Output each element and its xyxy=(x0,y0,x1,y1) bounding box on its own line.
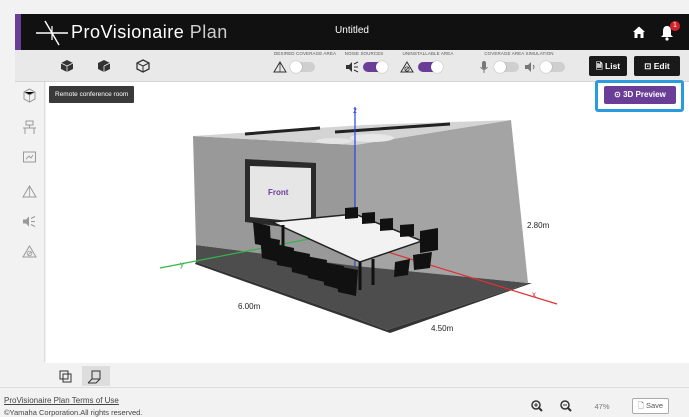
zoom-out-icon[interactable] xyxy=(556,396,576,416)
room-3d-view[interactable]: z y x Front 6.00m 4.50m 2.80m xyxy=(46,82,689,363)
uninstallable-toggle[interactable] xyxy=(418,61,443,73)
noise-sources-toggle[interactable] xyxy=(363,61,388,73)
screen-front-label: Front xyxy=(268,188,289,197)
edit-button[interactable]: ⊡ Edit xyxy=(634,56,680,76)
coverage-simulation-group: COVERAGE AREA SIMULATION xyxy=(477,51,561,58)
side-toolbar xyxy=(15,82,45,362)
list-icon: 🗎 xyxy=(595,61,606,71)
home-icon[interactable] xyxy=(632,25,646,39)
zoom-level: 47% xyxy=(594,402,610,411)
uninstallable-icon xyxy=(400,61,414,73)
ceiling-fixture xyxy=(350,134,394,142)
cube-view-icon[interactable] xyxy=(97,59,111,73)
uninstallable-group: UNINSTALLABLE AREA xyxy=(399,51,457,58)
3d-preview-button[interactable]: ⊙ 3D Preview xyxy=(604,86,676,104)
mic-icon xyxy=(480,61,488,73)
noise-sources-group: NOISE SOURCES xyxy=(343,51,385,58)
width-dimension: 6.00m xyxy=(238,302,261,311)
notification-badge: 1 xyxy=(670,21,680,31)
terms-link[interactable]: ProVisionaire Plan Terms of Use xyxy=(4,396,119,405)
mic-simulation-toggle[interactable] xyxy=(494,61,519,73)
desired-coverage-toggle[interactable] xyxy=(290,61,315,73)
zoom-in-icon[interactable] xyxy=(527,396,547,416)
coverage-icon xyxy=(273,61,287,73)
noise-sources-control xyxy=(345,60,405,74)
uninstallable-caption: UNINSTALLABLE AREA xyxy=(402,51,454,56)
view-3d-icon[interactable] xyxy=(82,366,110,386)
save-icon: 🗋 xyxy=(637,401,646,410)
edit-label: Edit xyxy=(653,61,670,71)
toolbar: DESIRED COVERAGE AREA NOISE SOURCES UNIN… xyxy=(15,50,689,82)
edit-icon: ⊡ xyxy=(644,61,654,71)
uninstallable-control xyxy=(400,60,460,74)
coverage-simulation-speaker-control xyxy=(523,60,583,74)
view-switch-bar xyxy=(46,363,689,387)
coverage-area-icon[interactable] xyxy=(22,184,37,199)
object-icon[interactable] xyxy=(60,59,74,73)
noise-source-icon[interactable] xyxy=(22,214,37,229)
desired-coverage-control xyxy=(273,60,333,74)
z-axis-label: z xyxy=(353,106,357,115)
app-window: ProVisionaire Plan Untitled 1 DESIRED CO… xyxy=(0,0,689,417)
list-label: List xyxy=(605,61,621,71)
noise-sources-caption: NOISE SOURCES xyxy=(344,51,384,56)
wire-cube-icon[interactable] xyxy=(136,59,150,73)
document-title: Untitled xyxy=(335,25,369,36)
uninstallable-area-icon[interactable] xyxy=(22,244,37,259)
x-axis-label: x xyxy=(532,290,536,299)
preview-icon: ⊙ xyxy=(614,90,624,99)
desired-coverage-caption: DESIRED COVERAGE AREA xyxy=(273,51,337,56)
room-name-tooltip: Remote conference room xyxy=(49,86,135,103)
save-label: Save xyxy=(646,401,664,410)
view-front-icon[interactable] xyxy=(51,366,79,386)
depth-dimension: 4.50m xyxy=(431,324,454,333)
noise-icon xyxy=(346,61,359,73)
preview-label: 3D Preview xyxy=(623,90,666,99)
footer: ProVisionaire Plan Terms of Use ©Yamaha … xyxy=(0,387,689,417)
3d-canvas[interactable]: z y x Front 6.00m 4.50m 2.80m xyxy=(46,82,689,363)
speaker-icon xyxy=(525,62,535,72)
right-wall xyxy=(355,120,528,283)
app-header: ProVisionaire Plan Untitled 1 xyxy=(15,14,689,50)
coverage-simulation-caption: COVERAGE AREA SIMULATION xyxy=(484,51,554,56)
desired-coverage-group: DESIRED COVERAGE AREA xyxy=(273,51,337,58)
room-shape-icon[interactable] xyxy=(22,88,37,103)
speaker-simulation-toggle[interactable] xyxy=(540,61,565,73)
furniture-icon[interactable] xyxy=(22,120,37,135)
copyright-text: ©Yamaha Corporation.All rights reserved. xyxy=(4,408,143,417)
list-button[interactable]: 🗎 List xyxy=(589,56,627,76)
height-dimension: 2.80m xyxy=(527,221,550,230)
display-icon[interactable] xyxy=(22,150,37,165)
save-button[interactable]: 🗋 Save xyxy=(632,398,669,414)
y-axis-label: y xyxy=(180,260,184,269)
